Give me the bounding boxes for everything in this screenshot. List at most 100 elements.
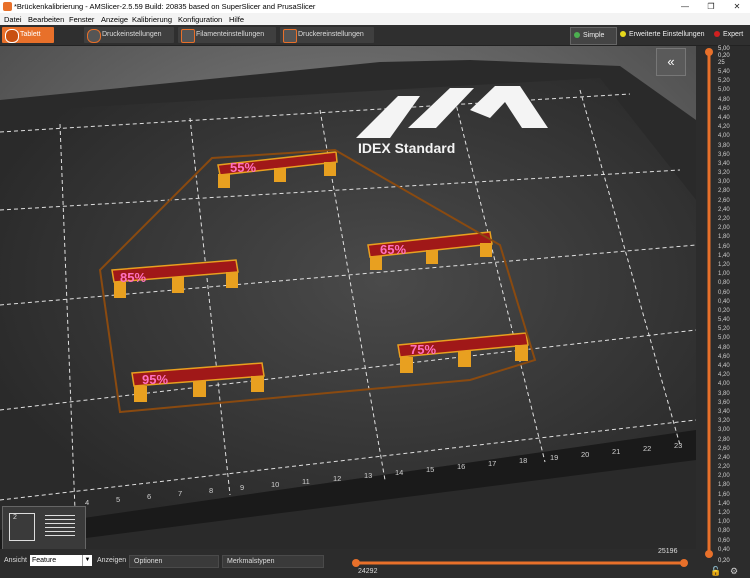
- slider-height-label: 4,60: [718, 353, 730, 360]
- slider-height-label: 5,00: [718, 87, 730, 94]
- slider-height-label: 0,20: [718, 307, 730, 314]
- slider-height-label: 4,00: [718, 133, 730, 140]
- tab-druckeinstellungen[interactable]: Druckeinstellungen: [84, 27, 174, 43]
- mode-expert-button[interactable]: Expert: [711, 27, 743, 43]
- chevron-down-icon[interactable]: ▼: [82, 555, 92, 566]
- view-cube-panel[interactable]: 2: [2, 506, 86, 549]
- menu-konfiguration[interactable]: Konfiguration: [178, 15, 222, 24]
- slider-height-label: 4,00: [718, 381, 730, 388]
- bottom-bar: Ansicht Feature ▼ Anzeigen Optionen Merk…: [0, 548, 696, 578]
- bridge-label-55: 55%: [230, 160, 257, 175]
- x-tick: 15: [426, 465, 434, 474]
- window-title: *Brückenkalibrierung - AMSlicer-2.5.59 B…: [14, 2, 316, 11]
- slider-max-value: 25196: [658, 548, 678, 555]
- slider-height-label: 2,40: [718, 206, 730, 213]
- slider-height-label: 5,40: [718, 317, 730, 324]
- x-tick: 17: [488, 459, 496, 468]
- slider-height-label: 3,80: [718, 390, 730, 397]
- slider-height-label: 2,00: [718, 473, 730, 480]
- slider-height-label: 5,00: [718, 335, 730, 342]
- app-icon: [3, 2, 12, 11]
- slider-height-label: 4,60: [718, 105, 730, 112]
- expert-dot-icon: [714, 31, 720, 38]
- slider-height-label: 4,40: [718, 114, 730, 121]
- slider-height-label: 0,80: [718, 280, 730, 287]
- menu-kalibrierung[interactable]: Kalibrierung: [132, 15, 172, 24]
- print-settings-icon: [87, 29, 101, 43]
- 3d-viewport[interactable]: 4 5 6 7 8 9 10 11 12 13 14 15 16 17 18 1…: [0, 46, 696, 549]
- view-type-select[interactable]: Feature ▼: [30, 555, 92, 566]
- slider-height-label: 0,60: [718, 289, 730, 296]
- menu-bearbeiten[interactable]: Bearbeiten: [28, 15, 64, 24]
- tab-druckereinstellungen[interactable]: Druckereinstellungen: [280, 27, 374, 43]
- minimize-button[interactable]: —: [672, 0, 698, 13]
- menu-datei[interactable]: Datei: [4, 15, 22, 24]
- simple-dot-icon: [574, 32, 580, 39]
- feature-types-dropdown[interactable]: Merkmalstypen: [222, 555, 324, 568]
- slider-height-label: 3,40: [718, 408, 730, 415]
- slider-height-label: 2,80: [718, 188, 730, 195]
- slider-height-label: 1,80: [718, 234, 730, 241]
- menu-hilfe[interactable]: Hilfe: [229, 15, 244, 24]
- slider-height-label: 4,80: [718, 344, 730, 351]
- x-tick: 11: [302, 477, 310, 486]
- mode-simple-button[interactable]: Simple: [570, 27, 617, 45]
- close-button[interactable]: ✕: [724, 0, 750, 13]
- x-tick: 13: [364, 471, 372, 480]
- slider-height-label: 1,60: [718, 491, 730, 498]
- x-tick: 18: [519, 456, 527, 465]
- slider-height-labels: 5,40 5,20 5,00 4,80 4,60 4,40 4,20 4,00 3,80 3,60…: [718, 68, 730, 555]
- slider-height-label: 1,00: [718, 519, 730, 526]
- horizontal-move-slider[interactable]: [350, 557, 690, 569]
- slider-height-label: 0,40: [718, 298, 730, 305]
- slider-height-label: 1,20: [718, 510, 730, 516]
- slider-top-values: 5,00 0,20 25: [718, 46, 730, 67]
- slider-height-label: 4,20: [718, 372, 730, 379]
- slider-height-label: 1,40: [718, 500, 730, 507]
- view-type-value: Feature: [32, 557, 57, 564]
- tab-filamenteinstellungen[interactable]: Filamenteinstellungen: [178, 27, 276, 43]
- slider-bottom-value: 0,20: [718, 558, 730, 564]
- x-tick: 7: [178, 489, 182, 498]
- slider-height-label: 3,80: [718, 142, 730, 149]
- options-dropdown[interactable]: Optionen: [129, 555, 219, 568]
- slider-height-label: 2,20: [718, 464, 730, 471]
- title-bar: *Brückenkalibrierung - AMSlicer-2.5.59 B…: [0, 0, 750, 13]
- slider-height-label: 0,60: [718, 537, 730, 544]
- layers-icon[interactable]: [45, 515, 75, 539]
- plate-icon: [5, 29, 19, 43]
- restore-button[interactable]: ❐: [698, 0, 724, 13]
- slider-height-label: 2,20: [718, 216, 730, 222]
- view-cube-icon[interactable]: 2: [9, 513, 35, 541]
- x-tick: 23: [674, 441, 682, 450]
- x-tick: 5: [116, 495, 120, 504]
- x-tick: 19: [550, 453, 558, 462]
- menu-fenster[interactable]: Fenster: [69, 15, 94, 24]
- slider-height-label: 2,60: [718, 445, 730, 452]
- slider-height-label: 1,20: [718, 261, 730, 268]
- collapse-sidebar-button[interactable]: «: [656, 48, 686, 76]
- advanced-dot-icon: [620, 31, 626, 38]
- slider-height-label: 4,80: [718, 96, 730, 103]
- slider-height-label: 3,60: [718, 399, 730, 406]
- x-tick: 22: [643, 444, 651, 453]
- slider-height-label: 3,60: [718, 151, 730, 158]
- slider-height-label: 1,80: [718, 482, 730, 489]
- slider-height-label: 1,00: [718, 271, 730, 278]
- slider-height-label: 2,80: [718, 436, 730, 443]
- bed-logo-text: IDEX Standard: [358, 140, 456, 156]
- tab-tablett[interactable]: Tablett: [2, 27, 54, 43]
- mode-advanced-button[interactable]: Erweiterte Einstellungen: [617, 27, 705, 43]
- slider-height-label: 5,20: [718, 326, 730, 333]
- x-tick: 6: [147, 492, 151, 501]
- layer-slider-panel: 5,00 0,20 25 5,40 5,20 5,00 4,80 4,60 4,40 4,2…: [696, 46, 750, 578]
- lock-icon[interactable]: 🔓: [710, 566, 721, 577]
- ansicht-label: Ansicht: [4, 557, 27, 564]
- menu-anzeige[interactable]: Anzeige: [101, 15, 128, 24]
- printer-icon: [283, 29, 297, 43]
- slider-height-label: 3,00: [718, 427, 730, 434]
- gear-icon[interactable]: ⚙: [730, 566, 738, 577]
- x-tick: 16: [457, 462, 465, 471]
- slider-height-label: 3,00: [718, 179, 730, 186]
- slider-height-label: 3,20: [718, 418, 730, 425]
